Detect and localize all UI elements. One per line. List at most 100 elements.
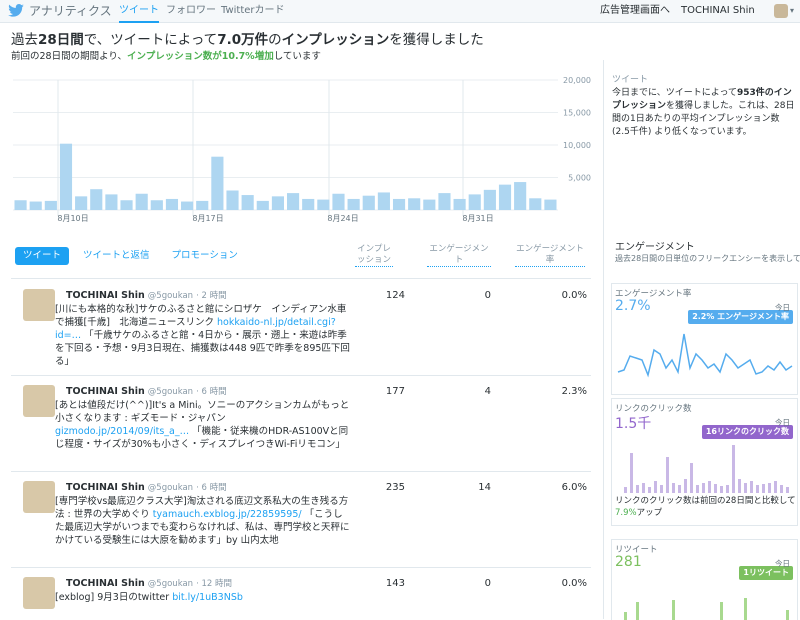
link-clicks-bar [672,483,675,493]
impressions-bar[interactable] [150,200,163,210]
link-clicks-bar [732,445,735,493]
impressions-bar[interactable] [105,194,118,210]
impressions-bar[interactable] [483,189,496,210]
avatar[interactable] [23,577,55,609]
tweet-text: [あとは値段だけ(^^)]It's a Mini。ソニーのアクションカムがもっと… [55,400,350,450]
link-clicks-bar [642,483,645,493]
link-clicks-bar [636,485,639,493]
impressions-bar[interactable] [44,200,57,210]
impressions-bar[interactable] [408,198,421,210]
impressions-bar[interactable] [14,200,27,210]
tab-tweets-and-replies[interactable]: ツイートと返信 [75,247,158,265]
link-clicks-bar [756,485,759,493]
table-row[interactable]: TOCHINAI Shin @5goukan · 6 時間 [専門学校vs最底辺クラ… [11,472,591,568]
impressions-bar[interactable] [514,182,527,210]
link-clicks-bar [708,481,711,493]
x-tick-label: 8月10日 [57,214,88,223]
x-tick-label: 8月17日 [192,214,223,223]
column-engagements[interactable]: エンゲージメント [427,244,491,267]
link-clicks-note: リンクのクリック数は前回の28日間と比較して7.9%アップ [615,496,796,518]
tab-twitter-cards[interactable]: Twitterカード [221,0,285,21]
engagement-rate-value: 2.3% [561,386,587,397]
avatar[interactable] [774,4,788,18]
today-badge: 今日 1リツイート [739,559,793,580]
impressions-bar[interactable] [453,198,466,210]
impressions-bar[interactable] [529,198,542,210]
tab-promotions[interactable]: プロモーション [164,247,246,265]
impressions-bar[interactable] [332,193,345,210]
engagements-value: 0 [484,578,491,589]
table-row[interactable]: TOCHINAI Shin @5goukan · 6 時間 [あとは値段だけ(^^)… [11,376,591,472]
impressions-bar[interactable] [423,199,436,210]
divider [603,60,604,619]
link-clicks-bar [774,481,777,493]
tab-tweets[interactable]: ツイート [119,0,159,23]
avatar[interactable] [23,385,55,417]
impressions-bar[interactable] [347,198,360,210]
page-title: 過去28日間で、ツイートによって7.0万件のインプレッションを獲得しました [11,32,484,48]
column-engagement-rate[interactable]: エンゲージメント率 [515,244,585,267]
link-clicks-bar [720,486,723,493]
tab-followers[interactable]: フォロワー [166,0,216,21]
retweets-card[interactable]: リツイート 281 今日 1リツイート [611,539,798,620]
link-clicks-card[interactable]: リンクのクリック数 1.5千 今日 16リンクのクリック数 リンクのクリック数は前… [611,398,798,526]
impressions-bar[interactable] [59,143,73,210]
table-row[interactable]: TOCHINAI Shin @5goukan · 2 時間 [川にも本格的な秋]サケ… [11,280,591,376]
impressions-value: 143 [385,578,405,589]
impressions-bar[interactable] [226,190,239,211]
tweet-link[interactable]: tyamauch.exblog.jp/22859595/ [153,509,302,520]
impressions-bar[interactable] [302,198,315,210]
tweet-link[interactable]: bit.ly/1uB3NSb [172,592,243,603]
brand[interactable]: アナリティクス [8,2,112,19]
impressions-bar[interactable] [90,189,103,210]
user-menu[interactable]: TOCHINAI Shin [681,0,755,22]
table-row[interactable]: TOCHINAI Shin @5goukan · 12 時間 [exblog] 9月… [11,568,591,619]
impressions-bar[interactable] [75,196,88,210]
impressions-bar[interactable] [211,156,224,210]
impressions-bar[interactable] [377,192,390,210]
link-clicks-bar [786,487,789,493]
impressions-bar[interactable] [438,193,451,210]
impressions-bar[interactable] [287,193,300,210]
retweets-bar [636,602,639,620]
card-value: 281 [615,554,642,570]
link-clicks-bar [654,481,657,493]
impressions-bar[interactable] [181,201,194,210]
impressions-bar[interactable] [362,195,375,210]
daily-summary-text: 今日までに、ツイートによって953件のインプレッションを獲得しました。これは、2… [612,88,795,137]
tweet-text: [川にも本格的な秋]サケのふるさと館にシロザケ インディアン水車で捕獲[千歳] … [55,304,350,367]
tweet-link[interactable]: gizmodo.jp/2014/09/its_a_… [55,426,189,437]
tab-tweets-only[interactable]: ツイート [15,247,70,265]
avatar[interactable] [23,481,55,513]
impressions-bar[interactable] [120,200,133,210]
impressions-bar[interactable] [468,194,481,210]
avatar[interactable] [23,289,55,321]
x-tick-label: 8月24日 [327,214,358,223]
y-tick-label: 15,000 [563,109,591,118]
chevron-down-icon[interactable]: ▾ [790,6,794,15]
retweets-bar [744,598,747,620]
link-clicks-bar [648,487,651,493]
impressions-bar[interactable] [29,201,42,210]
engagement-rate-card[interactable]: エンゲージメント率 2.7% 今日 2.2% エンゲージメント率 [611,283,798,395]
impressions-bar[interactable] [241,195,254,210]
impressions-bar[interactable] [165,198,179,210]
impressions-value: 177 [385,386,405,397]
impressions-bar[interactable] [196,200,209,210]
impressions-bar[interactable] [392,198,406,210]
impressions-bar[interactable] [544,199,557,210]
impressions-bar[interactable] [317,199,330,210]
impressions-bar[interactable] [498,184,512,210]
top-nav-bar: アナリティクス ツイート フォロワー Twitterカード 広告管理画面へ TO… [0,0,800,23]
impressions-bar[interactable] [135,193,148,210]
engagement-rate-sparkline [617,333,793,378]
link-clicks-bar [696,485,699,493]
tweet-text: [exblog] 9月3日のtwitter bit.ly/1uB3NSb [55,592,243,603]
impressions-bar[interactable] [271,196,284,210]
column-impressions[interactable]: インプレッション [355,244,393,267]
impressions-bar[interactable] [256,200,269,210]
ads-manager-link[interactable]: 広告管理画面へ [600,0,670,22]
link-clicks-bar [684,479,687,493]
link-clicks-bar [666,457,669,493]
link-clicks-bar [678,485,681,493]
